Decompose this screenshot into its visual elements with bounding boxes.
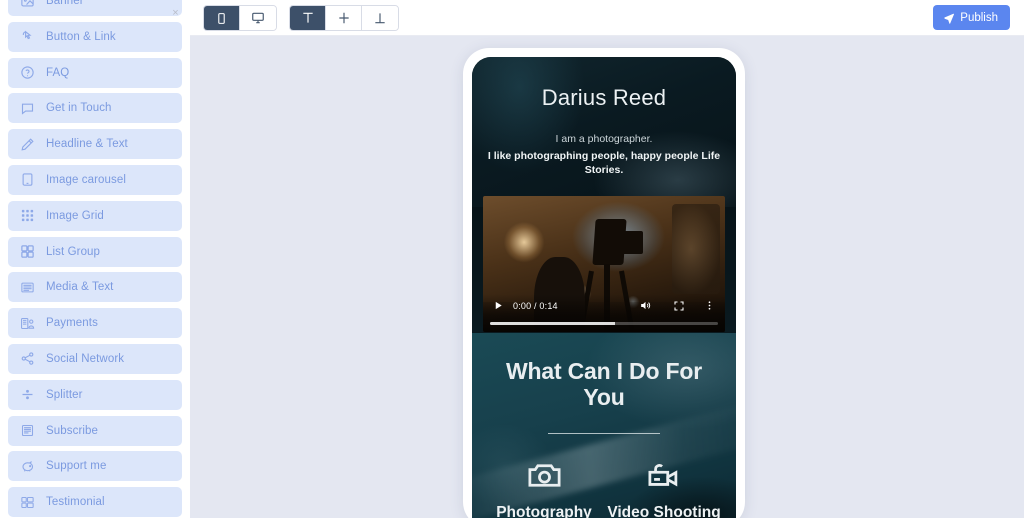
sidebar-item-get-in-touch[interactable]: Get in Touch [8, 93, 182, 124]
publish-button-label: Publish [960, 11, 998, 24]
sidebar-item-label: Image carousel [46, 173, 127, 186]
sidebar-item-label: Button & Link [46, 30, 116, 43]
video-controls-bar: 0:00 / 0:14 [483, 293, 725, 332]
sidebar-item-label: Splitter [46, 388, 83, 401]
sidebar-scroll-area[interactable]: Banner Button & Link FAQ Get in Touch He… [0, 0, 190, 518]
video-progress-fill [490, 321, 616, 325]
align-top-icon [301, 11, 315, 25]
close-icon[interactable]: × [169, 7, 182, 20]
more-options-button[interactable] [701, 297, 718, 314]
play-icon [493, 300, 504, 311]
hero-subtitle: I am a photographer. [555, 133, 653, 145]
sidebar-item-support-me[interactable]: Support me [8, 451, 182, 482]
piggy-bank-icon [18, 457, 37, 476]
grid-dots-icon [18, 206, 37, 225]
subscribe-icon [18, 421, 37, 440]
vertical-align-group [289, 5, 399, 31]
sidebar-item-label: Get in Touch [46, 102, 112, 115]
sidebar-item-media-text[interactable]: Media & Text [8, 272, 182, 303]
sidebar-item-subscribe[interactable]: Subscribe [8, 415, 182, 446]
image-icon [18, 0, 37, 11]
device-desktop-button[interactable] [240, 6, 276, 30]
service-item-video-shooting[interactable]: Video Shooting [604, 456, 724, 518]
sidebar-item-label: FAQ [46, 66, 70, 79]
page-builder-app: Banner Button & Link FAQ Get in Touch He… [0, 0, 1024, 518]
pencil-icon [18, 135, 37, 154]
blocks-sidebar: Banner Button & Link FAQ Get in Touch He… [0, 0, 190, 518]
sidebar-item-payments[interactable]: Payments [8, 308, 182, 339]
align-bottom-button[interactable] [362, 6, 398, 30]
publish-button[interactable]: Publish [933, 5, 1010, 30]
sidebar-item-label: Media & Text [46, 281, 114, 294]
phone-preview-frame: Darius Reed I am a photographer. I like … [463, 48, 745, 518]
hero-tagline: I like photographing people, happy peopl… [487, 150, 721, 176]
sidebar-item-testimonial[interactable]: Testimonial [8, 487, 182, 518]
sidebar-item-image-grid[interactable]: Image Grid [8, 200, 182, 231]
thumbnail-detail [671, 203, 721, 294]
phone-preview-screen[interactable]: Darius Reed I am a photographer. I like … [472, 57, 736, 518]
mobile-icon [215, 12, 228, 25]
sidebar-item-faq[interactable]: FAQ [8, 57, 182, 88]
question-circle-icon [18, 63, 37, 82]
chat-bubble-icon [18, 99, 37, 118]
squares-icon [18, 242, 37, 261]
sidebar-item-label: Social Network [46, 352, 125, 365]
send-icon [943, 12, 955, 24]
testimonial-icon [18, 493, 37, 512]
video-controls-row: 0:00 / 0:14 [490, 297, 718, 315]
sidebar-item-label: Image Grid [46, 209, 104, 222]
volume-icon [639, 299, 652, 312]
device-mobile-button[interactable] [204, 6, 240, 30]
video-camera-icon [604, 456, 724, 495]
sidebar-item-label: Testimonial [46, 496, 105, 509]
sidebar-item-label: Payments [46, 317, 98, 330]
fullscreen-button[interactable] [670, 297, 687, 314]
tablet-icon [18, 170, 37, 189]
service-label: Photography [496, 504, 592, 518]
sidebar-item-label: Subscribe [46, 424, 99, 437]
services-row: Photography Video Shooting [472, 456, 736, 518]
thumbnail-camera-lens [620, 231, 643, 255]
service-item-photography[interactable]: Photography [484, 456, 604, 518]
video-time-display: 0:00 / 0:14 [513, 300, 558, 311]
video-player[interactable]: 0:00 / 0:14 [483, 195, 725, 332]
sidebar-item-label: Banner [46, 0, 84, 7]
divide-icon [18, 385, 37, 404]
services-heading: What Can I Do For You [506, 357, 702, 411]
sidebar-item-splitter[interactable]: Splitter [8, 379, 182, 410]
cursor-click-icon [18, 27, 37, 46]
align-middle-icon [337, 11, 351, 25]
service-label: Video Shooting [607, 504, 721, 518]
device-toggle-group [203, 5, 277, 31]
align-bottom-icon [373, 11, 387, 25]
video-progress-bar[interactable] [490, 321, 718, 325]
kebab-menu-icon [704, 300, 715, 311]
monitor-icon [251, 11, 265, 25]
sidebar-item-label: Headline & Text [46, 138, 128, 151]
sidebar-item-banner[interactable]: Banner [8, 0, 182, 16]
align-middle-button[interactable] [326, 6, 362, 30]
align-top-button[interactable] [290, 6, 326, 30]
sidebar-item-social-network[interactable]: Social Network [8, 343, 182, 374]
sidebar-item-list-group[interactable]: List Group [8, 236, 182, 267]
services-divider [548, 433, 660, 435]
sidebar-item-image-carousel[interactable]: Image carousel [8, 164, 182, 195]
editor-toolbar: Publish [190, 0, 1024, 36]
preview-content: Darius Reed I am a photographer. I like … [472, 57, 736, 518]
payments-icon [18, 314, 37, 333]
fullscreen-icon [673, 300, 685, 312]
play-button[interactable] [490, 297, 507, 314]
share-nodes-icon [18, 349, 37, 368]
editor-canvas[interactable]: Darius Reed I am a photographer. I like … [190, 36, 1024, 518]
volume-button[interactable] [637, 297, 654, 314]
sidebar-item-label: List Group [46, 245, 101, 258]
lines-stack-icon [18, 278, 37, 297]
sidebar-item-button-link[interactable]: Button & Link [8, 21, 182, 52]
camera-icon [484, 456, 604, 495]
hero-name: Darius Reed [541, 85, 667, 110]
sidebar-item-headline-text[interactable]: Headline & Text [8, 129, 182, 160]
sidebar-item-label: Support me [46, 460, 107, 473]
